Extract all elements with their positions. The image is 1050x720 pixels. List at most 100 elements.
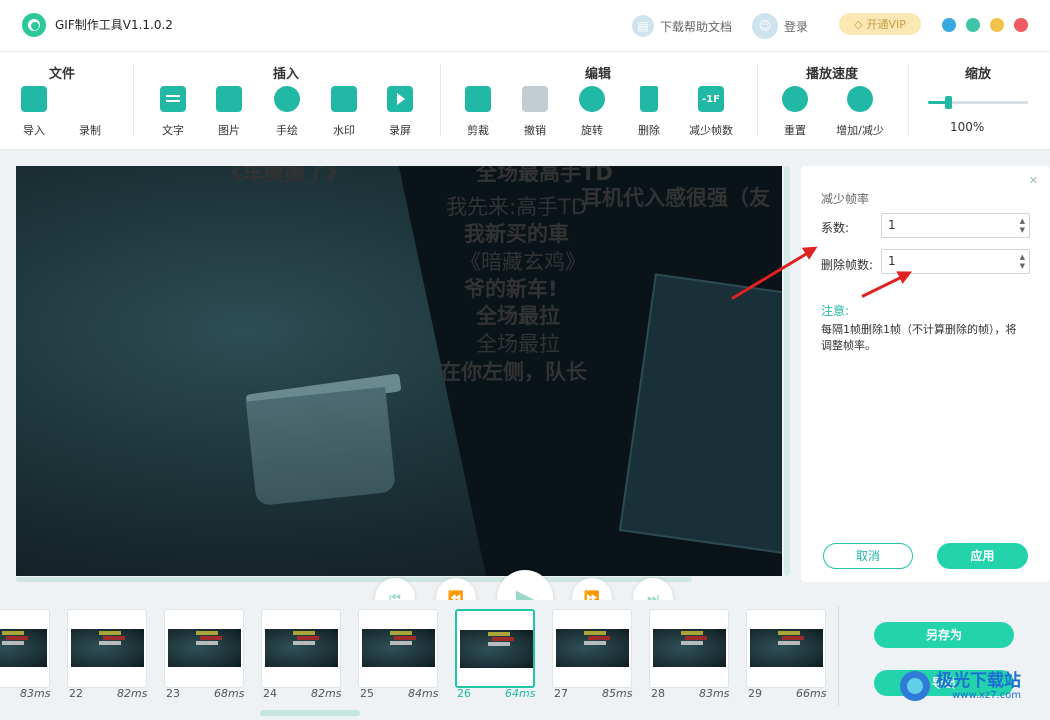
crop-button[interactable]: 剪裁: [453, 86, 503, 138]
frame-duration: 82ms: [117, 687, 148, 700]
close-icon[interactable]: [1014, 18, 1028, 32]
minimize-icon[interactable]: [966, 18, 980, 32]
frame-thumbnail[interactable]: [358, 609, 438, 688]
frame-number: 24: [263, 687, 277, 700]
frame-strip-scrollbar[interactable]: [260, 710, 360, 716]
cup: [245, 386, 397, 507]
text-button[interactable]: 文字: [148, 86, 198, 138]
danmaku-text: 《暗藏玄鸡》: [460, 250, 586, 274]
help-doc-label: 下载帮助文档: [660, 19, 733, 34]
frame-duration: 64ms: [505, 687, 536, 700]
group-title-file: 文件: [48, 67, 75, 82]
danmaku-text: 我新买的車: [464, 222, 569, 246]
adjust-speed-button[interactable]: 增加/减少: [835, 86, 885, 138]
frame-duration: 84ms: [408, 687, 439, 700]
stamp-icon: [331, 86, 357, 112]
image-button[interactable]: 图片: [204, 86, 254, 138]
gif-preview: 《车模撅了》 全场最高手TD 耳机代入感很强（友 我先来:高手TD 我新买的車 …: [16, 166, 782, 576]
frame-number: 26: [457, 687, 471, 700]
frame-number: 27: [554, 687, 568, 700]
screen-play-icon: [387, 86, 413, 112]
danmaku-text: 爷的新车!: [464, 277, 558, 301]
group-title-zoom: 缩放: [964, 67, 991, 82]
app-logo-icon: [22, 13, 46, 37]
reduce-framerate-panel: ✕ 减少帧率 系数: 1 ▲ ▼ 删除帧数: 1 ▲ ▼ 注意: 每隔1帧删除1帧（…: [801, 166, 1050, 582]
frame-thumbnail[interactable]: [67, 609, 147, 688]
document-icon: ▤: [632, 15, 654, 37]
vip-button[interactable]: ◇ 开通VIP: [839, 13, 921, 35]
diamond-icon: ◇: [854, 17, 863, 31]
frame-thumbnail[interactable]: [164, 609, 244, 688]
pencil-icon: [274, 86, 300, 112]
text-icon: [160, 86, 186, 112]
note-title: 注意:: [821, 304, 850, 318]
draw-button[interactable]: 手绘: [262, 86, 312, 138]
delete-frames-label: 删除帧数:: [821, 258, 874, 272]
frame-number: 23: [166, 687, 180, 700]
frame-number: 25: [360, 687, 374, 700]
coefficient-value: 1: [888, 218, 896, 232]
frame-number: 28: [651, 687, 665, 700]
watermark-title: 极光下载站: [936, 670, 1021, 691]
danmaku-text: 全场最拉: [476, 332, 560, 356]
undo-icon: [522, 86, 548, 112]
screen-record-button[interactable]: 录屏: [375, 86, 425, 138]
frame-duration: 82ms: [311, 687, 342, 700]
frame-thumbnail[interactable]: [552, 609, 632, 688]
user-avatar-icon: ☺: [752, 13, 778, 39]
spinner-arrows-icon[interactable]: ▲ ▼: [1020, 253, 1025, 271]
danmaku-text: 耳机代入感很强（友: [581, 186, 770, 210]
frame-duration: 83ms: [20, 687, 51, 700]
zoom-slider-handle[interactable]: [945, 96, 952, 109]
record-button[interactable]: 录制: [65, 86, 119, 278]
menu-icon[interactable]: [942, 18, 956, 32]
danmaku-text: 全场最拉: [476, 304, 560, 328]
watermark-button[interactable]: 水印: [319, 86, 369, 138]
reset-icon: [782, 86, 808, 112]
cancel-button[interactable]: 取消: [823, 543, 913, 569]
frame-thumbnail[interactable]: [261, 609, 341, 688]
note-text: 每隔1帧删除1帧（不计算删除的帧），将调整帧率。: [821, 323, 1017, 352]
delete-button[interactable]: 删除: [624, 86, 674, 138]
help-doc-button[interactable]: ▤ 下载帮助文档: [632, 13, 732, 39]
clock-icon: [847, 86, 873, 112]
reset-speed-button[interactable]: 重置: [770, 86, 820, 138]
danmaku-text: 在你左侧，队长: [440, 360, 587, 384]
frame-duration: 66ms: [796, 687, 827, 700]
vip-label: 开通VIP: [866, 18, 906, 31]
spinner-arrows-icon[interactable]: ▲ ▼: [1020, 217, 1025, 235]
rotate-button[interactable]: 旋转: [567, 86, 617, 138]
danmaku-text: 《车模撅了》: [221, 166, 347, 185]
frame-thumbnail[interactable]: [0, 609, 50, 688]
import-button[interactable]: 导入: [9, 86, 59, 138]
crop-icon: [465, 86, 491, 112]
coefficient-input[interactable]: 1 ▲ ▼: [881, 213, 1030, 238]
group-title-insert: 插入: [272, 67, 299, 82]
frame-duration: 68ms: [214, 687, 245, 700]
zoom-slider[interactable]: [928, 96, 1028, 109]
close-icon[interactable]: ✕: [1029, 174, 1038, 187]
folder-icon: [21, 86, 47, 112]
login-button[interactable]: ☺ 登录: [752, 13, 808, 39]
reduce-frames-button[interactable]: -1F 减少帧数: [686, 86, 736, 138]
maximize-icon[interactable]: [990, 18, 1004, 32]
frame-strip: 83ms 22 82ms 23 68ms 24 82ms 25 84ms 26 …: [0, 600, 840, 720]
undo-button[interactable]: 撤销: [510, 86, 560, 138]
minus-frame-icon: -1F: [698, 86, 724, 112]
login-label: 登录: [784, 19, 809, 34]
save-as-button[interactable]: 另存为: [874, 622, 1014, 648]
site-logo-icon: [900, 671, 930, 701]
watermark-url: www.xz7.com: [952, 689, 1021, 701]
danmaku-text: 我先来:高手TD: [446, 195, 588, 219]
panel-title: 减少帧率: [821, 192, 870, 206]
frame-thumbnail-selected[interactable]: [455, 609, 535, 688]
frame-thumbnail[interactable]: [649, 609, 729, 688]
apply-button[interactable]: 应用: [937, 543, 1028, 569]
rotate-icon: [579, 86, 605, 112]
title-bar: GIF制作工具V1.1.0.2 ▤ 下载帮助文档 ☺ 登录 ◇ 开通VIP: [0, 0, 1050, 52]
preview-vertical-scrollbar[interactable]: [784, 166, 790, 576]
frame-duration: 85ms: [602, 687, 633, 700]
delete-frames-value: 1: [888, 254, 896, 268]
frame-thumbnail[interactable]: [746, 609, 826, 688]
site-watermark: 极光下载站 www.xz7.com: [900, 668, 1021, 704]
